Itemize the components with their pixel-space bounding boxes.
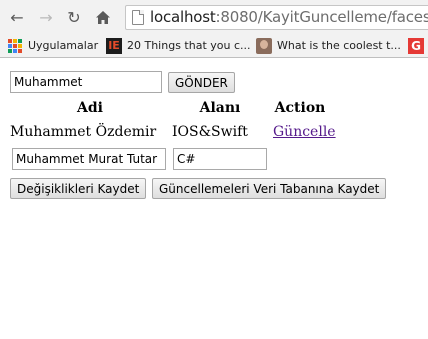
bookmark-label: What is the coolest t... <box>277 39 401 52</box>
bookmarks-bar: Uygulamalar IE 20 Things that you c... W… <box>0 34 428 58</box>
browser-toolbar: ← → ↻ localhost:8080/KayitGuncelleme/fac… <box>0 0 428 34</box>
reload-icon[interactable]: ↻ <box>64 7 84 27</box>
ie-favicon: IE <box>106 37 122 54</box>
edit-field-input[interactable] <box>173 148 267 170</box>
address-bar[interactable]: localhost:8080/KayitGuncelleme/faces/in <box>125 5 428 30</box>
save-to-database-button[interactable]: Güncellemeleri Veri Tabanına Kaydet <box>152 178 387 199</box>
bookmark-label: 20 Things that you c... <box>127 39 251 52</box>
bookmark-20-things[interactable]: IE 20 Things that you c... <box>106 34 251 57</box>
bookmark-apps[interactable]: Uygulamalar <box>7 34 98 57</box>
url-text: localhost:8080/KayitGuncelleme/faces/in <box>150 8 428 26</box>
bookmark-label: Uygulamalar <box>28 39 99 52</box>
header-alani: Alanı <box>199 100 241 116</box>
search-input[interactable] <box>10 71 162 93</box>
apps-grid-icon <box>7 38 23 54</box>
profile-favicon <box>256 37 272 54</box>
page-content: GÖNDER Adi Alanı Action Muhammet Özdemir… <box>0 58 428 339</box>
g-favicon: G <box>408 37 424 54</box>
header-adi: Adi <box>77 100 103 116</box>
cell-name: Muhammet Özdemir <box>10 124 157 140</box>
bookmark-coolest[interactable]: What is the coolest t... <box>256 34 401 57</box>
cell-field: IOS&Swift <box>172 124 248 140</box>
save-changes-button[interactable]: Değişiklikleri Kaydet <box>10 178 147 199</box>
header-action: Action <box>274 100 326 116</box>
edit-name-input[interactable] <box>12 148 166 170</box>
url-path: :8080/KayitGuncelleme/faces/in <box>215 8 428 26</box>
back-arrow-icon[interactable]: ← <box>7 7 27 27</box>
forward-arrow-icon[interactable]: → <box>36 7 56 27</box>
home-icon-glyph <box>96 10 110 24</box>
bookmark-g[interactable]: G <box>408 34 428 57</box>
update-link[interactable]: Güncelle <box>273 124 336 140</box>
url-host: localhost <box>150 8 216 26</box>
home-icon[interactable] <box>93 7 113 27</box>
page-icon <box>132 10 144 25</box>
submit-button[interactable]: GÖNDER <box>168 72 235 93</box>
